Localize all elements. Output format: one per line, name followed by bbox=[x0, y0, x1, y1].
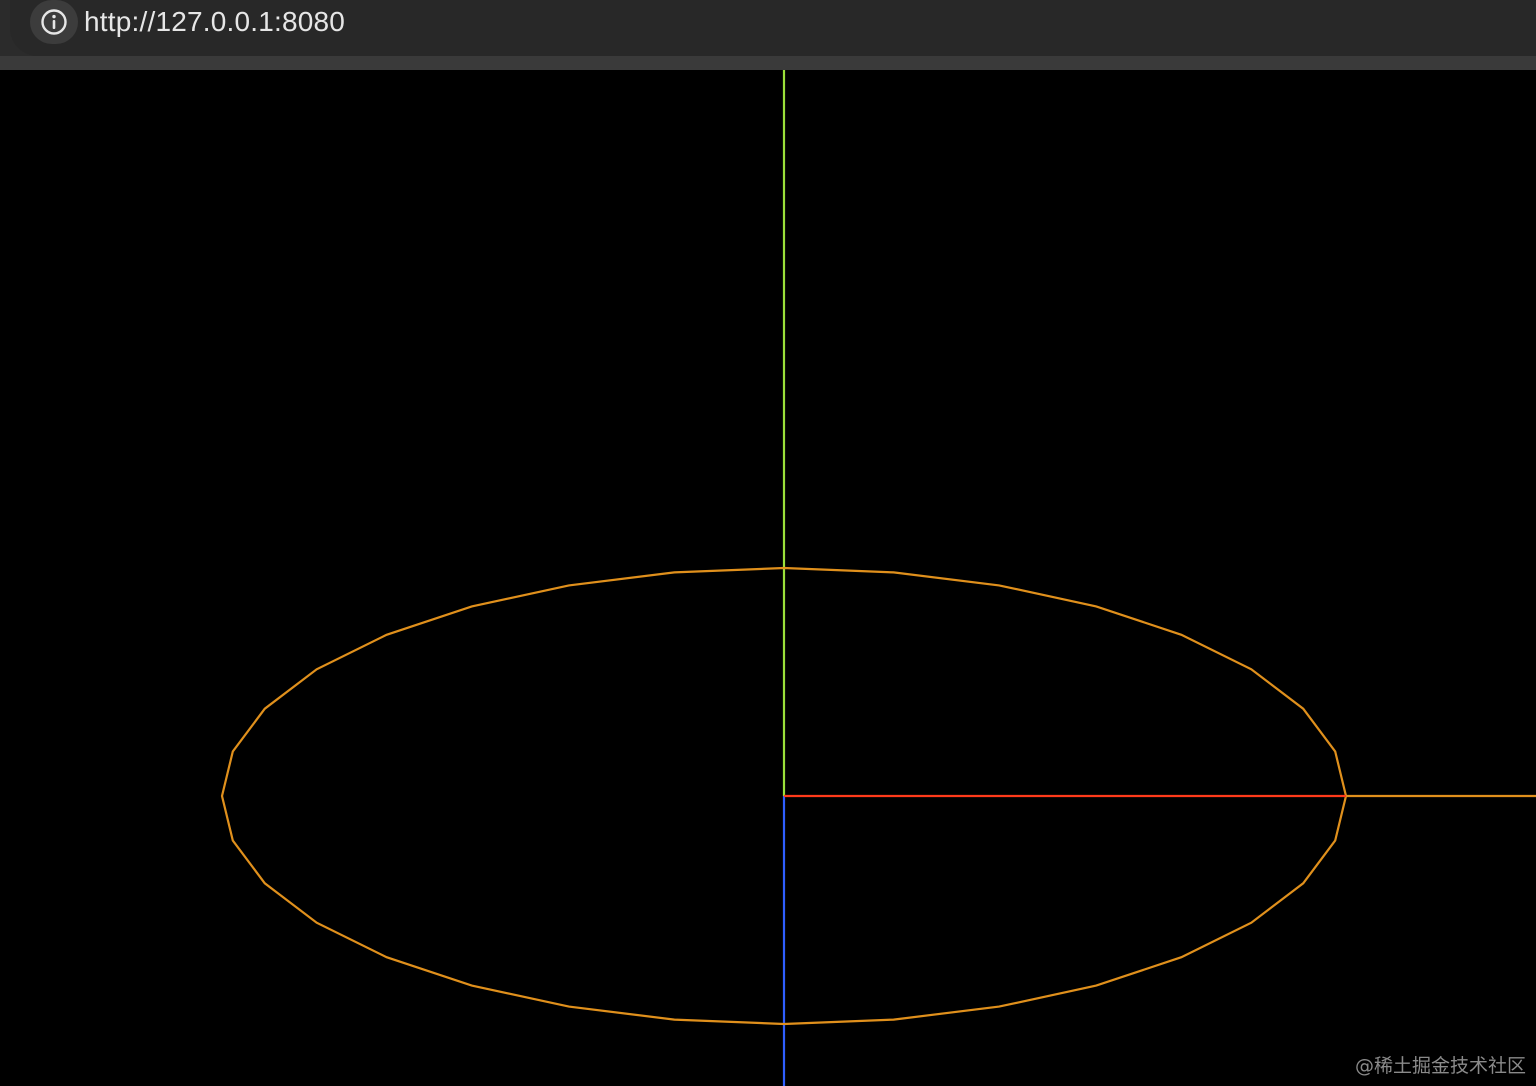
info-circle-icon bbox=[41, 9, 67, 35]
toolbar-divider bbox=[0, 56, 1536, 70]
scene-canvas[interactable] bbox=[0, 70, 1536, 1086]
webgl-viewport[interactable]: @稀土掘金技术社区 bbox=[0, 70, 1536, 1086]
watermark: @稀土掘金技术社区 bbox=[1354, 1055, 1526, 1077]
site-info-button[interactable] bbox=[30, 0, 78, 44]
url-text[interactable]: http://127.0.0.1:8080 bbox=[84, 4, 345, 40]
